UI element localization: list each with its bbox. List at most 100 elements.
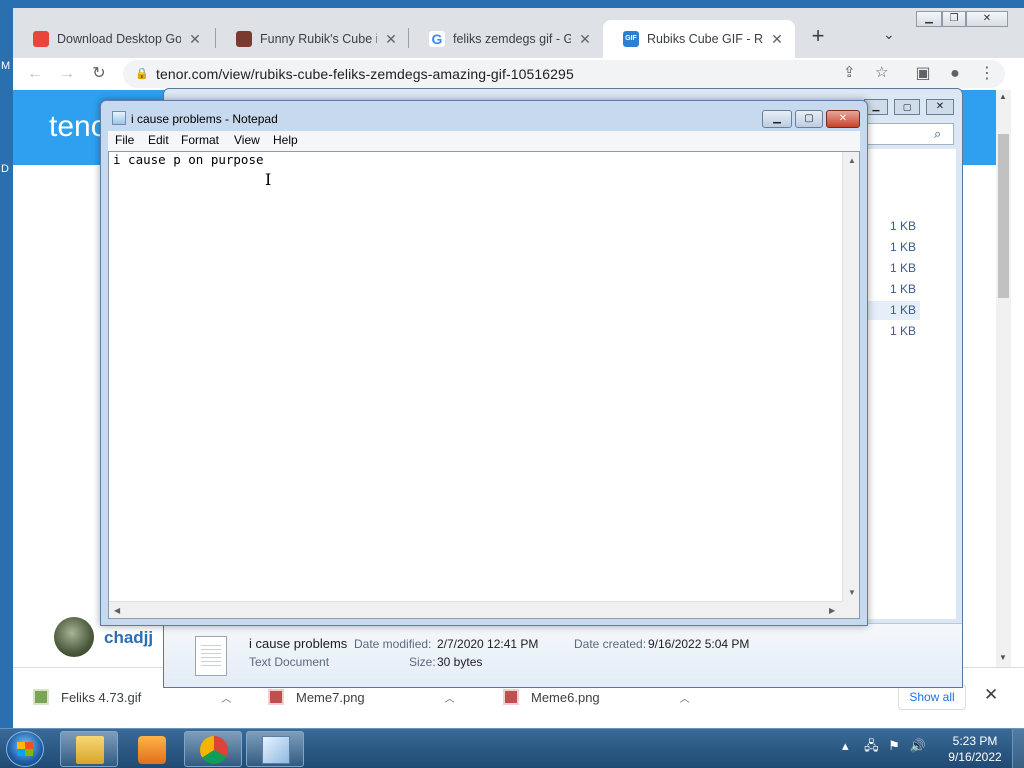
chevron-up-icon[interactable]: ︿: [221, 690, 231, 705]
detail-file-type: Text Document: [249, 655, 330, 669]
scrollbar-thumb[interactable]: [998, 134, 1009, 298]
avatar[interactable]: [54, 617, 94, 657]
tab-download-desktop[interactable]: Download Desktop Goo ✕: [13, 20, 213, 58]
new-tab-button[interactable]: +: [806, 25, 830, 47]
network-icon[interactable]: 🖧: [864, 738, 879, 753]
vertical-scrollbar[interactable]: ▲ ▼: [842, 152, 859, 602]
menu-format[interactable]: Format: [181, 133, 219, 147]
reload-icon[interactable]: ↻: [87, 62, 111, 86]
menu-bar: File Edit Format View Help: [108, 131, 860, 151]
lock-icon: 🔒: [135, 68, 149, 80]
forward-arrow-icon[interactable]: →: [55, 62, 79, 86]
close-button[interactable]: ✕: [826, 110, 860, 128]
menu-view[interactable]: View: [234, 133, 260, 147]
taskbar-explorer[interactable]: [60, 731, 118, 767]
scroll-down-arrow-icon[interactable]: ▼: [999, 653, 1007, 662]
notepad-titlebar[interactable]: i cause problems - Notepad ▁ ▢ ✕: [101, 101, 867, 131]
clock-time[interactable]: 5:23 PM: [950, 734, 1000, 748]
menu-kebab-icon[interactable]: ⋮: [975, 62, 999, 86]
clock-date[interactable]: 9/16/2022: [945, 750, 1005, 764]
detail-modified-value: 2/7/2020 12:41 PM: [437, 637, 539, 651]
tab-strip: Download Desktop Goo ✕ Funny Rubik's Cub…: [13, 8, 1024, 58]
folder-icon: [76, 736, 104, 764]
file-size-cell: 1 KB: [890, 219, 917, 233]
download-filename: Meme6.png: [531, 689, 600, 705]
detail-file-name: i cause problems: [249, 636, 348, 651]
search-icon[interactable]: ⌕: [934, 126, 941, 142]
media-player-icon: [138, 736, 166, 764]
page-scrollbar[interactable]: ▲ ▼: [996, 90, 1011, 667]
back-arrow-icon[interactable]: ←: [23, 62, 47, 86]
scroll-up-arrow-icon[interactable]: ▲: [999, 92, 1007, 101]
username-link[interactable]: chadjj: [104, 628, 153, 648]
notepad-window: i cause problems - Notepad ▁ ▢ ✕ File Ed…: [100, 100, 868, 626]
show-desktop-button[interactable]: [1012, 729, 1024, 768]
close-window-button[interactable]: ✕: [966, 11, 1008, 27]
tab-feliks-search[interactable]: G feliks zemdegs gif - Goo ✕: [409, 20, 603, 58]
resize-grip[interactable]: [842, 601, 859, 618]
start-button[interactable]: [6, 731, 44, 767]
close-tab-icon[interactable]: ✕: [383, 31, 399, 48]
text-editor-area[interactable]: i cause p on purpose ▲ ▼ ◀ ▶: [108, 151, 860, 619]
action-center-flag-icon[interactable]: ⚑: [888, 738, 900, 753]
show-hidden-icons-icon[interactable]: ▴: [842, 738, 849, 753]
explorer-maximize-button[interactable]: ▢: [894, 99, 920, 115]
download-filename: Feliks 4.73.gif: [61, 689, 142, 705]
close-tab-icon[interactable]: ✕: [577, 31, 593, 48]
detail-created-label: Date created:: [574, 637, 647, 651]
file-size-cell-selected[interactable]: 1 KB: [868, 301, 920, 320]
tab-rubiks-gif[interactable]: GIF Rubiks Cube GIF - Rubik ✕: [603, 20, 795, 58]
menu-edit[interactable]: Edit: [148, 133, 169, 147]
chevron-up-icon[interactable]: ︿: [445, 690, 455, 705]
system-tray: ▴ 🖧 ⚑ 🔊: [842, 737, 926, 759]
close-tab-icon[interactable]: ✕: [769, 31, 785, 48]
document-text[interactable]: i cause p on purpose: [113, 152, 264, 167]
download-filename: Meme7.png: [296, 689, 365, 705]
file-size-cell: 1 KB: [890, 282, 917, 296]
taskbar-media-player[interactable]: [122, 731, 180, 767]
scroll-right-arrow-icon[interactable]: ▶: [829, 606, 835, 615]
chrome-icon: [200, 736, 228, 764]
detail-size-value: 30 bytes: [437, 655, 483, 669]
maximize-button[interactable]: ▢: [795, 110, 823, 128]
share-icon[interactable]: ⇪: [843, 63, 856, 81]
tab-search-chevron-icon[interactable]: ⌄: [883, 26, 895, 43]
desktop-icon-label: D: [1, 163, 9, 175]
taskbar-notepad[interactable]: [246, 731, 304, 767]
scroll-down-arrow-icon[interactable]: ▼: [848, 588, 856, 597]
file-size-cell: 1 KB: [890, 240, 917, 254]
window-title: i cause problems - Notepad: [131, 112, 278, 126]
restore-button[interactable]: ❐: [942, 11, 966, 27]
calendar-favicon-icon: [33, 31, 49, 47]
chevron-up-icon[interactable]: ︿: [680, 690, 690, 705]
detail-modified-label: Date modified:: [354, 637, 432, 651]
image-file-icon: [33, 689, 49, 705]
minimize-button[interactable]: ▁: [916, 11, 942, 27]
file-size-cell: 1 KB: [890, 261, 917, 275]
notepad-app-icon[interactable]: [112, 111, 126, 125]
menu-file[interactable]: File: [115, 133, 134, 147]
browser-toolbar: ← → ↻ 🔒 tenor.com/view/rubiks-cube-felik…: [13, 58, 1024, 90]
horizontal-scrollbar[interactable]: ◀ ▶: [109, 601, 842, 618]
tab-title: Download Desktop Goo: [57, 32, 181, 46]
taskbar-chrome[interactable]: [184, 731, 242, 767]
scroll-left-arrow-icon[interactable]: ◀: [114, 606, 120, 615]
scroll-up-arrow-icon[interactable]: ▲: [848, 156, 856, 165]
address-bar[interactable]: 🔒 tenor.com/view/rubiks-cube-feliks-zemd…: [123, 60, 1005, 88]
close-downloads-bar-icon[interactable]: ✕: [984, 685, 998, 705]
explorer-close-button[interactable]: ✕: [926, 99, 954, 115]
text-document-icon: [195, 636, 227, 676]
close-tab-icon[interactable]: ✕: [187, 31, 203, 48]
details-pane: i cause problems Text Document Date modi…: [164, 623, 962, 687]
url-text[interactable]: tenor.com/view/rubiks-cube-feliks-zemdeg…: [156, 66, 574, 82]
menu-help[interactable]: Help: [273, 133, 298, 147]
bookmark-star-icon[interactable]: ☆: [875, 63, 888, 81]
tab-title: feliks zemdegs gif - Goo: [453, 32, 571, 46]
minimize-button[interactable]: ▁: [762, 110, 792, 128]
google-favicon-icon: G: [429, 31, 445, 47]
side-panel-icon[interactable]: ▣: [911, 62, 935, 86]
profile-icon[interactable]: ●: [943, 62, 967, 86]
text-cursor-icon: I: [265, 170, 272, 189]
tab-funny-rubiks[interactable]: Funny Rubik's Cube ima ✕: [216, 20, 409, 58]
volume-icon[interactable]: 🔊: [910, 738, 926, 753]
